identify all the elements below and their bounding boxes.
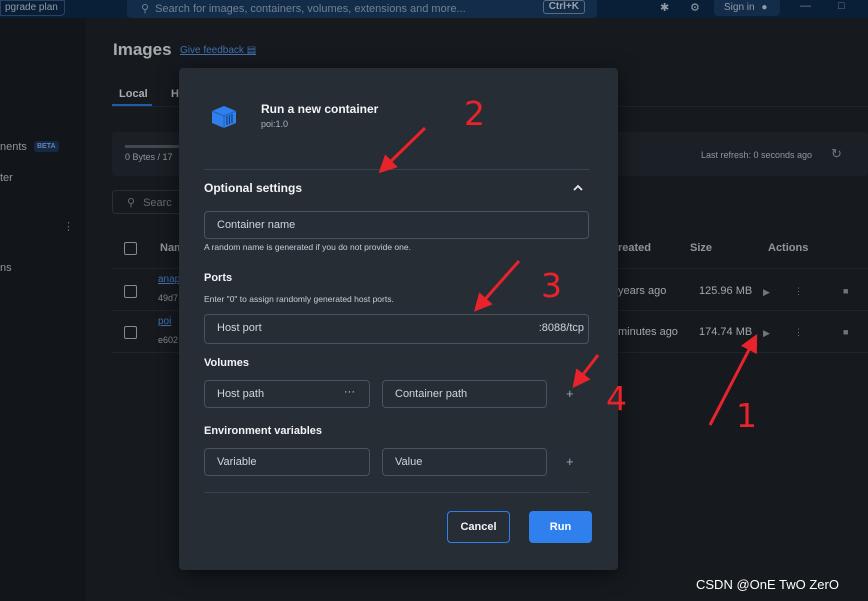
container-name-field[interactable]: Container name — [204, 211, 589, 239]
variable-field[interactable]: Variable — [204, 448, 370, 476]
ports-label: Ports — [204, 272, 233, 284]
ports-hint: Enter "0" to assign randomly generated h… — [204, 294, 394, 304]
volumes-label: Volumes — [204, 357, 250, 369]
watermark: CSDN @OnE TwO ZerO — [696, 577, 839, 592]
browse-path-button[interactable]: ··· — [344, 386, 355, 398]
container-path-field[interactable]: Container path — [382, 380, 547, 408]
chevron-up-icon — [573, 184, 583, 191]
divider — [204, 169, 589, 170]
value-field[interactable]: Value — [382, 448, 547, 476]
annotation-number-1: 1 — [736, 396, 757, 435]
add-variable-icon[interactable]: + — [566, 454, 574, 469]
run-container-dialog: Run a new container poi:1.0 Optional set… — [179, 68, 618, 570]
environment-variables-label: Environment variables — [204, 425, 322, 437]
run-button[interactable]: Run — [529, 511, 592, 543]
add-volume-icon[interactable]: + — [566, 386, 574, 401]
cancel-button[interactable]: Cancel — [447, 511, 510, 543]
optional-settings-label: Optional settings — [204, 181, 303, 195]
container-port-label: :8088/tcp — [538, 322, 584, 334]
divider — [204, 492, 589, 493]
container-icon — [211, 106, 237, 128]
annotation-number-2: 2 — [464, 94, 485, 133]
dialog-title: Run a new container — [261, 102, 379, 116]
annotation-number-3: 3 — [541, 266, 562, 305]
host-path-field[interactable]: Host path ··· — [204, 380, 370, 408]
host-port-field[interactable]: Host port :8088/tcp — [204, 314, 589, 344]
annotation-number-4: 4 — [606, 379, 627, 418]
container-name-hint: A random name is generated if you do not… — [204, 242, 411, 252]
host-path-placeholder: Host path — [217, 388, 265, 400]
host-port-placeholder: Host port — [217, 322, 262, 334]
image-tag: poi:1.0 — [261, 119, 289, 129]
